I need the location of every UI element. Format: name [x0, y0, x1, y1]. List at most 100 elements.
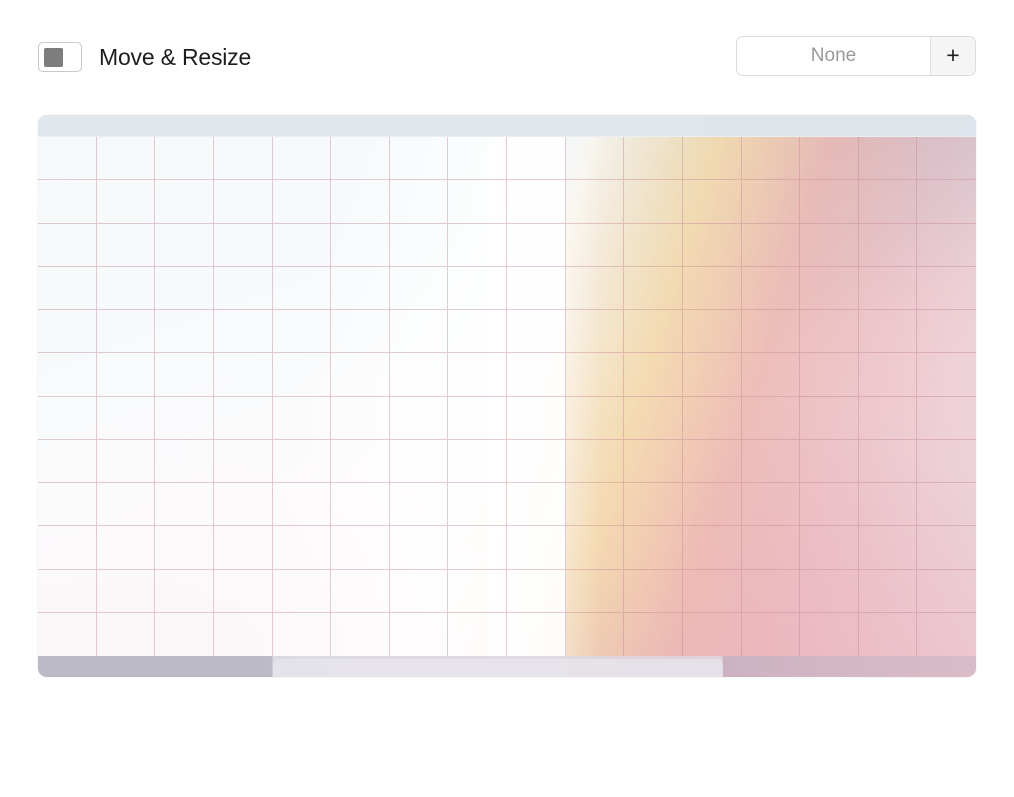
grid-cell[interactable]: [448, 439, 507, 483]
grid-cell[interactable]: [682, 310, 742, 354]
grid-cell[interactable]: [213, 353, 273, 397]
grid-cell[interactable]: [858, 439, 918, 483]
grid-cell[interactable]: [331, 223, 390, 267]
grid-cell[interactable]: [858, 223, 918, 267]
grid-cell[interactable]: [96, 180, 156, 224]
grid-cell[interactable]: [624, 483, 683, 527]
grid-cell[interactable]: [389, 223, 449, 267]
grid-cell[interactable]: [624, 353, 683, 397]
grid-cell[interactable]: [741, 180, 801, 224]
grid-cell[interactable]: [213, 310, 273, 354]
preset-control[interactable]: None +: [736, 36, 976, 76]
grid-cell[interactable]: [96, 137, 156, 181]
grid-cell[interactable]: [272, 137, 332, 181]
grid-cell[interactable]: [917, 267, 976, 310]
grid-cell[interactable]: [96, 310, 156, 354]
grid-cell[interactable]: [448, 180, 507, 224]
grid-cell[interactable]: [96, 483, 156, 527]
grid-cell[interactable]: [96, 439, 156, 483]
grid-cell[interactable]: [38, 180, 97, 224]
grid-cell[interactable]: [389, 353, 449, 397]
grid-cell[interactable]: [507, 223, 566, 267]
grid-cell[interactable]: [507, 483, 566, 527]
grid-cell[interactable]: [448, 353, 507, 397]
grid-cell[interactable]: [683, 612, 742, 656]
grid-cell[interactable]: [741, 483, 801, 527]
grid-cell[interactable]: [448, 526, 507, 570]
grid-cell[interactable]: [96, 353, 156, 397]
grid-cell[interactable]: [331, 180, 390, 224]
grid-cell[interactable]: [96, 266, 156, 310]
grid-cell[interactable]: [624, 310, 683, 354]
grid-cell[interactable]: [389, 526, 449, 570]
grid-cell[interactable]: [272, 310, 332, 354]
grid-cell[interactable]: [155, 396, 214, 440]
grid-cell[interactable]: [155, 223, 214, 267]
grid-cell[interactable]: [272, 483, 332, 527]
grid-cell[interactable]: [565, 569, 625, 613]
grid-cell[interactable]: [389, 439, 449, 483]
grid-cell[interactable]: [624, 526, 683, 570]
grid-cell[interactable]: [38, 483, 97, 527]
grid-cell[interactable]: [331, 353, 390, 397]
grid-cell[interactable]: [858, 137, 918, 181]
grid-cell[interactable]: [565, 483, 625, 527]
grid-cell[interactable]: [507, 569, 566, 613]
grid-cell[interactable]: [624, 223, 683, 267]
grid-cell[interactable]: [38, 396, 97, 440]
grid-cell[interactable]: [507, 353, 566, 397]
grid-cell[interactable]: [565, 353, 625, 397]
grid-cell[interactable]: [800, 266, 859, 310]
grid-cell[interactable]: [38, 223, 97, 267]
grid-cell[interactable]: [624, 180, 683, 224]
add-preset-button[interactable]: +: [931, 37, 975, 75]
grid-cell[interactable]: [566, 612, 625, 656]
grid-cell[interactable]: [917, 310, 976, 354]
grid-cell[interactable]: [213, 439, 273, 483]
grid-cell[interactable]: [507, 439, 566, 483]
grid-cell[interactable]: [507, 396, 566, 440]
grid-cell[interactable]: [858, 353, 918, 397]
grid-cell[interactable]: [155, 483, 214, 527]
grid-cell[interactable]: [741, 223, 801, 267]
grid-cell[interactable]: [682, 396, 742, 440]
grid-cell[interactable]: [272, 396, 332, 440]
grid-cell[interactable]: [213, 396, 273, 440]
grid-cell[interactable]: [155, 180, 214, 224]
grid-cell[interactable]: [507, 612, 566, 656]
grid-cell[interactable]: [624, 137, 683, 181]
grid-cell[interactable]: [38, 353, 97, 397]
grid-cell[interactable]: [917, 137, 976, 181]
grid-cell[interactable]: [565, 180, 625, 224]
grid-cell[interactable]: [96, 223, 156, 267]
grid-cell[interactable]: [273, 612, 332, 656]
grid-cell[interactable]: [565, 310, 625, 354]
grid-cell[interactable]: [331, 526, 390, 570]
grid-cell[interactable]: [213, 223, 273, 267]
grid-cell[interactable]: [155, 439, 214, 483]
grid-cell[interactable]: [507, 180, 566, 224]
grid-cell[interactable]: [389, 569, 449, 613]
grid-cell[interactable]: [624, 612, 683, 656]
grid-cell[interactable]: [742, 612, 801, 656]
grid-cell[interactable]: [682, 526, 742, 570]
grid-cell[interactable]: [800, 569, 859, 613]
grid-cell[interactable]: [858, 396, 918, 440]
grid-cell[interactable]: [155, 266, 214, 310]
grid-cell[interactable]: [682, 180, 742, 224]
grid-cell[interactable]: [682, 439, 742, 483]
grid-cell[interactable]: [448, 266, 507, 310]
grid-cell[interactable]: [389, 310, 449, 354]
grid-cell[interactable]: [565, 266, 625, 310]
grid-cell[interactable]: [917, 224, 976, 267]
grid-cell[interactable]: [800, 612, 859, 656]
grid-cell[interactable]: [741, 569, 801, 613]
grid-cell[interactable]: [917, 353, 976, 397]
grid-cell[interactable]: [155, 310, 214, 354]
grid-cell[interactable]: [917, 526, 976, 570]
grid-cell[interactable]: [741, 396, 801, 440]
grid-cell[interactable]: [331, 137, 390, 181]
grid-cell[interactable]: [858, 569, 918, 613]
grid-cell[interactable]: [624, 569, 683, 613]
grid-cell[interactable]: [272, 439, 332, 483]
